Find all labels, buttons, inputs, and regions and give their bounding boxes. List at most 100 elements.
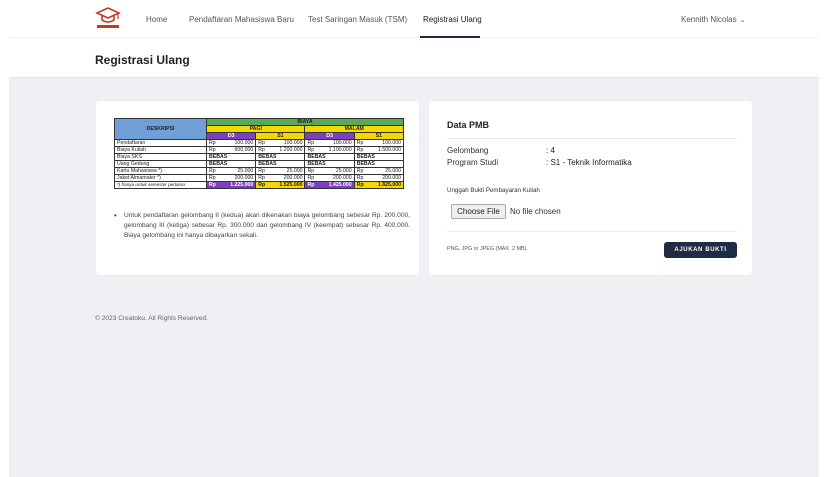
fee-row: Uang Gedung BEBAS BEBAS BEBAS BEBAS [113, 160, 405, 168]
logo-icon[interactable] [94, 5, 122, 31]
fee-row: Biaya SKS BEBAS BEBAS BEBAS BEBAS [113, 153, 405, 161]
footer-copyright: © 2023 Creatoku. All Rights Reserved. [95, 315, 208, 322]
fee-cell: 200.000 [368, 174, 404, 182]
fee-cell: Rp [206, 167, 221, 175]
fee-row-label: Kartu Mahasiswa *) [113, 167, 208, 175]
bullet-icon: • [114, 211, 117, 220]
fee-level: D3 [304, 132, 355, 140]
nav-pendaftaran[interactable]: Pendaftaran Mahasiswa Baru [189, 15, 294, 24]
fee-cell: 25.000 [368, 167, 404, 175]
top-navbar: Home Pendaftaran Mahasiswa Baru Test Sar… [9, 0, 819, 38]
fee-cell: 200.000 [220, 174, 257, 182]
fee-cell: Rp [353, 146, 369, 154]
fee-row-label: Biaya SKS [113, 153, 208, 161]
app-frame: Home Pendaftaran Mahasiswa Baru Test Sar… [9, 0, 819, 477]
fee-cell: 25.000 [270, 167, 306, 175]
fee-cell: 1.500.000 [368, 146, 404, 154]
fee-cell: Rp [304, 174, 320, 182]
fee-total-cell: 1.825.000 [368, 181, 404, 189]
fee-cell: 1.200.000 [270, 146, 306, 154]
fee-cell: Rp [255, 174, 271, 182]
fee-cell: 100.000 [368, 139, 404, 147]
fee-total-cell: Rp [353, 181, 369, 189]
submit-proof-button[interactable]: AJUKAN BUKTI [664, 242, 737, 258]
fee-note: • Untuk pendaftaran gelombang II (kedua)… [114, 211, 410, 241]
fee-level: D3 [206, 132, 257, 140]
fee-row-label: Pendaftaran [113, 139, 208, 147]
fee-total-cell: Rp [255, 181, 271, 189]
fee-cell: 200.000 [319, 174, 355, 182]
prodi-value: : S1 - Teknik Informatika [546, 158, 632, 167]
fee-row: Pendaftaran Rp 100.000 Rp 100.000 Rp 100.00… [113, 139, 404, 147]
fee-total-cell: Rp [304, 181, 320, 189]
fee-cell: Rp [353, 139, 369, 147]
fee-total-cell: Rp [206, 181, 221, 189]
fee-level: S1 [255, 132, 306, 140]
fee-cell: 100.000 [220, 139, 257, 147]
fee-cell: 100.000 [270, 139, 306, 147]
prodi-label: Program Studi [447, 158, 499, 167]
upload-label: Unggah Bukti Pembayaran Kuliah [447, 187, 540, 194]
fee-cell: Rp [255, 139, 271, 147]
fee-cell: BEBAS [353, 160, 405, 168]
user-name: Kennith Nicolas [681, 15, 737, 24]
fee-cell: BEBAS [353, 153, 405, 161]
fee-total-cell: 1.425.000 [319, 181, 355, 189]
fee-info-card: DESKRIPSI BIAYA PAGI MALAM D3 S1 D3 S1 P… [95, 100, 420, 276]
fee-cell: 900.000 [220, 146, 257, 154]
fee-table: DESKRIPSI BIAYA PAGI MALAM D3 S1 D3 S1 P… [113, 118, 405, 189]
choose-file-button[interactable]: Choose File [451, 204, 506, 219]
fee-cell: 100.000 [319, 139, 355, 147]
nav-registrasi-ulang[interactable]: Registrasi Ulang [423, 15, 482, 24]
divider [447, 138, 737, 139]
fee-header-deskripsi: DESKRIPSI [113, 118, 208, 140]
user-menu[interactable]: Kennith Nicolas ⌄ [681, 15, 745, 24]
page-title: Registrasi Ulang [95, 53, 190, 67]
fee-row: Jaket Almamater *) Rp 200.000 Rp 200.000 R… [113, 174, 404, 182]
fee-cell: BEBAS [304, 160, 355, 168]
fee-cell: Rp [206, 146, 221, 154]
fee-total-note: *) hanya untuk semester pertama [113, 181, 208, 189]
fee-cell: Rp [353, 167, 369, 175]
fee-cell: BEBAS [206, 153, 257, 161]
fee-note-text: Untuk pendaftaran gelombang II (kedua) a… [124, 212, 410, 239]
fee-cell: Rp [255, 146, 271, 154]
fee-cell: 25.000 [220, 167, 257, 175]
fee-row: Kartu Mahasiswa *) Rp 25.000 Rp 25.000 Rp 2… [113, 167, 404, 175]
fee-cell: 25.000 [319, 167, 355, 175]
fee-header-pagi: PAGI [206, 125, 306, 133]
fee-cell: Rp [353, 174, 369, 182]
gelombang-label: Gelombang [447, 146, 489, 155]
file-status: No file chosen [510, 207, 561, 216]
fee-total-cell: 1.525.000 [270, 181, 306, 189]
divider [447, 231, 737, 232]
fee-row-label: Uang Gedung [113, 160, 208, 168]
fee-total-row: *) hanya untuk semester pertama Rp 1.225.… [113, 181, 404, 189]
fee-total-cell: 1.225.000 [220, 181, 257, 189]
fee-cell: Rp [304, 146, 320, 154]
fee-row: Biaya Kuliah Rp 900.000 Rp 1.200.000 Rp 1.1… [113, 146, 404, 154]
fee-level: S1 [353, 132, 405, 140]
gelombang-value: : 4 [546, 146, 555, 155]
fee-cell: Rp [304, 139, 320, 147]
fee-header-malam: MALAM [304, 125, 404, 133]
fee-cell: BEBAS [255, 160, 306, 168]
fee-header-biaya: BIAYA [206, 118, 404, 126]
nav-home[interactable]: Home [146, 15, 167, 24]
file-hint: PNG, JPG or JPEG (MAX. 2 MB). [447, 246, 528, 252]
fee-cell: BEBAS [206, 160, 257, 168]
nav-tsm[interactable]: Test Saringan Masuk (TSM) [308, 15, 407, 24]
fee-cell: 1.100.000 [319, 146, 355, 154]
fee-cell: 200.000 [270, 174, 306, 182]
pmb-card: Data PMB Gelombang : 4 Program Studi : S… [428, 100, 753, 276]
chevron-down-icon: ⌄ [739, 17, 746, 24]
fee-cell: Rp [304, 167, 320, 175]
pmb-title: Data PMB [447, 120, 490, 130]
fee-row-label: Jaket Almamater *) [113, 174, 208, 182]
fee-cell: Rp [206, 174, 221, 182]
fee-cell: BEBAS [255, 153, 306, 161]
fee-row-label: Biaya Kuliah [113, 146, 208, 154]
fee-cell: BEBAS [304, 153, 355, 161]
fee-cell: Rp [255, 167, 271, 175]
fee-cell: Rp [206, 139, 221, 147]
